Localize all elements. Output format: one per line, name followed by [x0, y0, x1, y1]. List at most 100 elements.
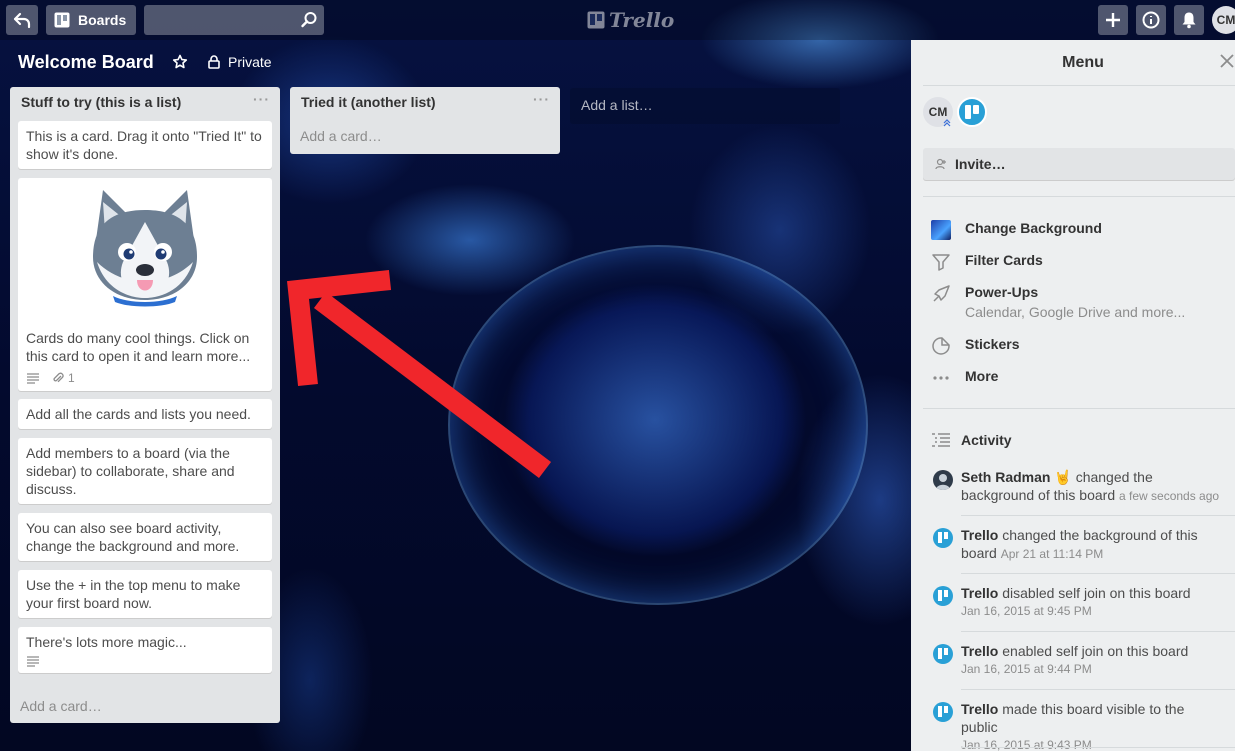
activity-item: Trello enabled self join on this board J… — [933, 642, 1223, 678]
menu-item-more[interactable]: More — [931, 368, 998, 388]
red-arrow-annotation — [287, 270, 552, 478]
card[interactable]: Add members to a board (via the sidebar)… — [18, 438, 272, 504]
user-avatar[interactable]: CM — [1212, 6, 1235, 34]
activity-label: Activity — [961, 432, 1012, 448]
user-avatar[interactable] — [933, 470, 953, 490]
trello-avatar[interactable] — [933, 702, 953, 722]
activity-timestamp[interactable]: a few seconds ago — [1119, 489, 1219, 503]
top-header: Boards Trello CM — [0, 0, 1235, 40]
add-list-button[interactable]: Add a list… — [570, 88, 840, 124]
boards-button[interactable]: Boards — [46, 5, 136, 35]
description-icon — [27, 656, 39, 667]
info-button[interactable] — [1136, 5, 1166, 35]
trello-avatar-icon — [938, 648, 948, 659]
activity-item: Seth Radman 🤘 changed the background of … — [933, 468, 1223, 505]
activity-author[interactable]: Seth Radman — [961, 469, 1050, 485]
activity-heading: Activity — [931, 432, 1012, 448]
trello-logo[interactable]: Trello — [587, 8, 674, 32]
search-input[interactable] — [144, 5, 324, 35]
husky-cover-image — [93, 190, 197, 307]
search-box[interactable] — [144, 5, 324, 35]
activity-author[interactable]: Trello — [961, 643, 998, 659]
add-button[interactable] — [1098, 5, 1128, 35]
menu-item-subtitle: Calendar, Google Drive and more... — [965, 304, 1186, 320]
visibility-label: Private — [228, 54, 272, 70]
card[interactable]: There's lots more magic... — [18, 627, 272, 673]
card-with-cover[interactable]: Cards do many cool things. Click on this… — [18, 178, 272, 391]
card[interactable]: You can also see board activity, change … — [18, 513, 272, 561]
divider — [923, 196, 1235, 197]
trello-member-avatar[interactable] — [957, 97, 987, 127]
member-initials: CM — [928, 105, 948, 119]
card-text: Add members to a board (via the sidebar)… — [26, 445, 235, 497]
add-member-icon — [935, 158, 946, 170]
board-menu-sidebar: Menu CM Invite… Change Background Filter… — [911, 40, 1235, 751]
card[interactable]: Add all the cards and lists you need. — [18, 399, 272, 429]
card-text: Use the + in the top menu to make your f… — [26, 577, 241, 611]
close-menu-button[interactable] — [1220, 54, 1234, 71]
trello-avatar-icon — [965, 105, 979, 119]
menu-item-power-ups[interactable]: Power-Ups Calendar, Google Drive and mor… — [931, 284, 1185, 320]
filter-icon — [932, 254, 950, 271]
menu-item-filter-cards[interactable]: Filter Cards — [931, 252, 1043, 272]
trello-avatar[interactable] — [933, 644, 953, 664]
trello-avatar-icon — [938, 706, 948, 717]
activity-author[interactable]: Trello — [961, 585, 998, 601]
card-badges — [26, 655, 264, 667]
menu-item-label: Filter Cards — [965, 252, 1043, 268]
invite-button[interactable]: Invite… — [923, 148, 1235, 180]
visibility-button[interactable]: Private — [208, 54, 272, 70]
card-text: This is a card. Drag it onto "Tried It" … — [26, 128, 262, 162]
trello-avatar-icon — [938, 532, 948, 543]
invite-label: Invite… — [955, 156, 1006, 172]
back-button[interactable] — [6, 5, 38, 35]
activity-timestamp[interactable]: Jan 16, 2015 at 9:45 PM — [961, 602, 1223, 620]
list-tried-it: Tried it (another list) ··· Add a card… — [290, 87, 560, 154]
activity-timestamp[interactable]: Jan 16, 2015 at 9:44 PM — [961, 660, 1223, 678]
trello-avatar[interactable] — [933, 528, 953, 548]
activity-item: Trello changed the background of this bo… — [933, 526, 1223, 563]
divider — [961, 631, 1235, 632]
add-card-link[interactable]: Add a card… — [300, 128, 382, 144]
divider — [961, 573, 1235, 574]
seth-avatar-icon — [936, 474, 950, 490]
list-menu-button[interactable]: ··· — [253, 91, 270, 107]
activity-author[interactable]: Trello — [961, 527, 998, 543]
card[interactable]: This is a card. Drag it onto "Tried It" … — [18, 121, 272, 169]
attachment-badge: 1 — [52, 369, 75, 387]
bell-icon — [1182, 12, 1196, 29]
activity-item: Trello disabled self join on this board … — [933, 584, 1223, 620]
card[interactable]: Use the + in the top menu to make your f… — [18, 570, 272, 618]
close-icon — [1220, 54, 1234, 68]
list-title[interactable]: Tried it (another list) — [301, 94, 436, 110]
board-title[interactable]: Welcome Board — [18, 52, 154, 73]
boards-label: Boards — [78, 12, 127, 28]
star-icon — [172, 54, 188, 69]
trello-avatar[interactable] — [933, 586, 953, 606]
activity-action: disabled self join on this board — [998, 585, 1191, 601]
more-dots-icon — [933, 376, 949, 380]
background-thumbnail — [931, 220, 951, 240]
notifications-button[interactable] — [1174, 5, 1204, 35]
menu-item-stickers[interactable]: Stickers — [931, 336, 1019, 356]
add-card-link[interactable]: Add a card… — [20, 698, 102, 714]
sticker-icon — [932, 337, 950, 355]
list-menu-button[interactable]: ··· — [533, 91, 550, 107]
activity-author[interactable]: Trello — [961, 701, 998, 717]
activity-action: enabled self join on this board — [998, 643, 1189, 659]
divider — [923, 408, 1235, 409]
trello-logo-text: Trello — [609, 8, 675, 32]
divider — [961, 689, 1235, 690]
trello-logo-icon — [587, 11, 605, 29]
list-title[interactable]: Stuff to try (this is a list) — [21, 94, 181, 110]
activity-timestamp[interactable]: Apr 21 at 11:14 PM — [1001, 547, 1104, 561]
card-text: Add all the cards and lists you need. — [26, 406, 251, 422]
star-button[interactable] — [172, 54, 188, 73]
menu-item-change-background[interactable]: Change Background — [931, 220, 1102, 240]
search-icon[interactable] — [300, 11, 318, 29]
description-icon — [27, 373, 39, 384]
activity-timestamp[interactable]: Jan 16, 2015 at 9:43 PM — [961, 736, 1223, 751]
menu-item-label: More — [965, 368, 999, 384]
card-badges: 1 — [26, 369, 264, 387]
rocket-icon — [933, 285, 950, 302]
